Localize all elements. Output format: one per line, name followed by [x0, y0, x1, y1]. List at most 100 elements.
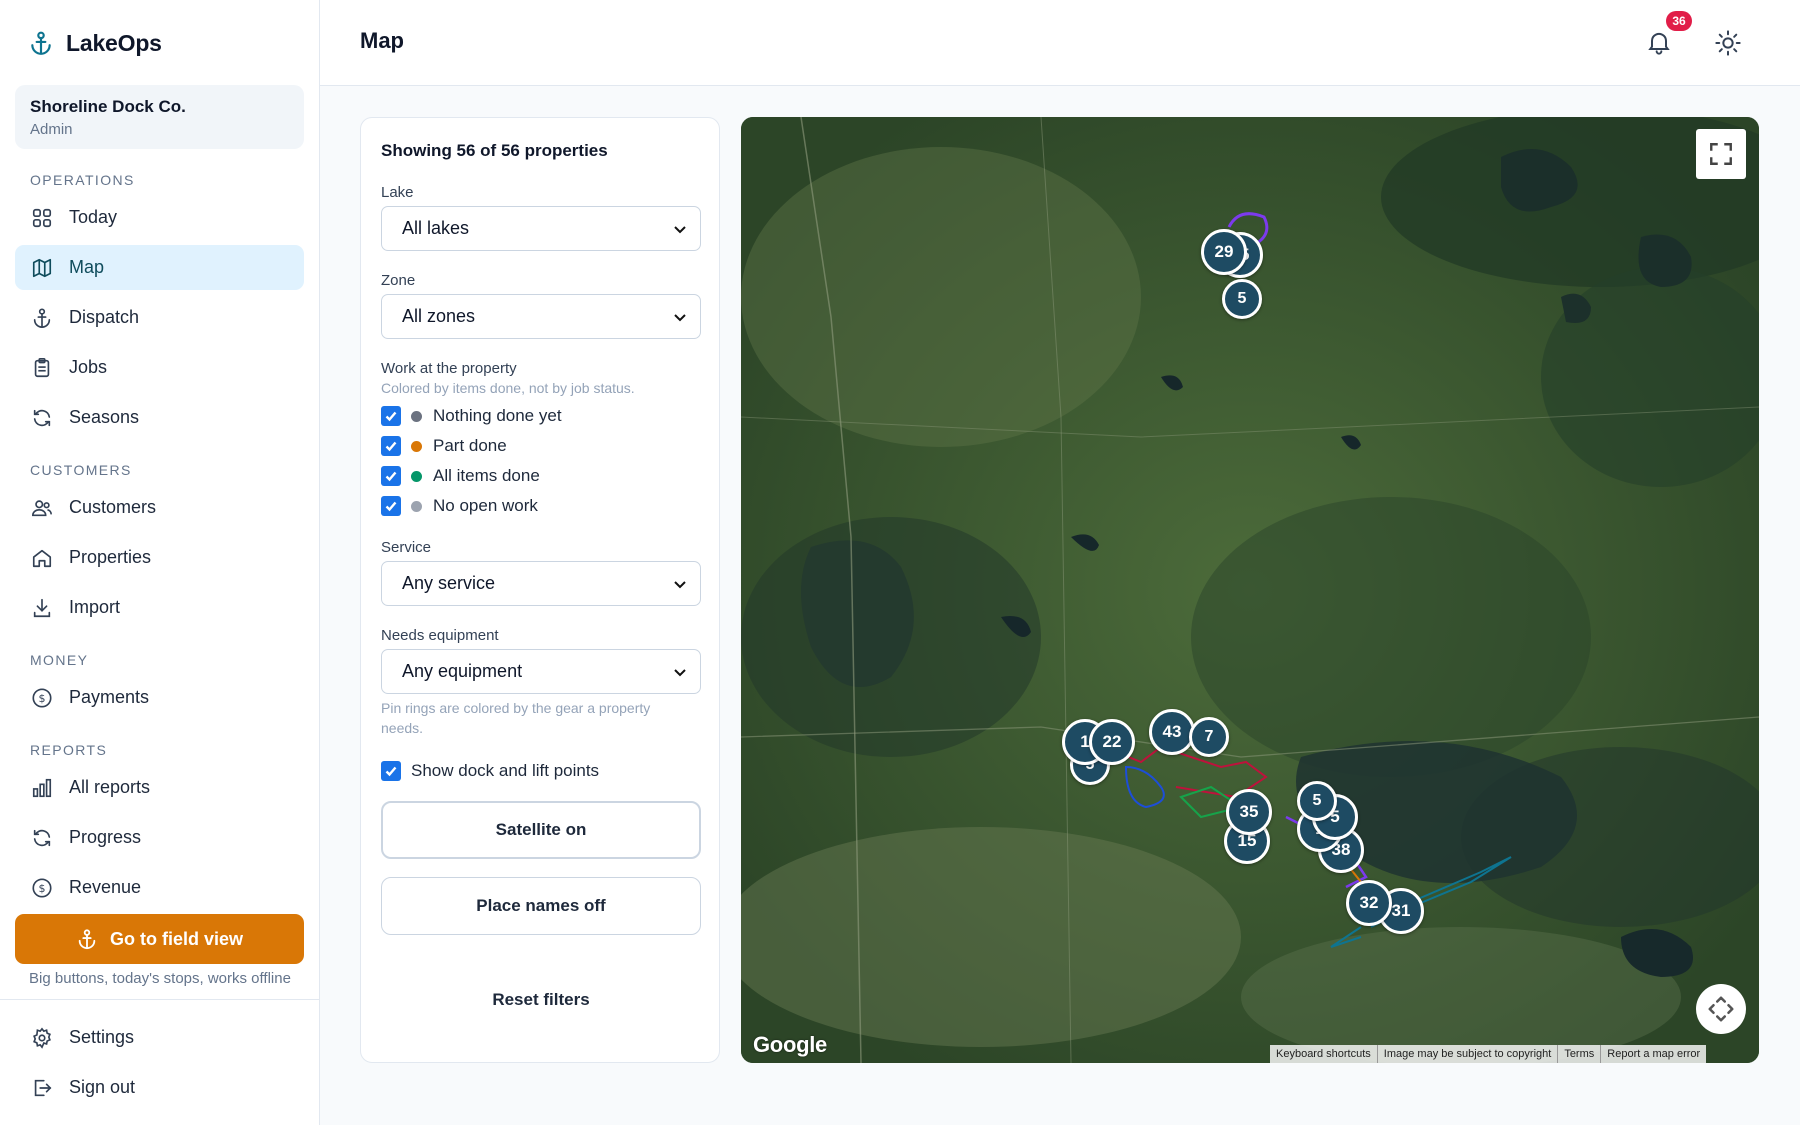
- google-logo: Google: [753, 1032, 827, 1057]
- gear-icon: [33, 1027, 51, 1049]
- lake-select[interactable]: All lakes: [381, 206, 701, 251]
- service-select-value: Any service: [402, 573, 496, 593]
- svg-text:$: $: [39, 882, 46, 895]
- map-view[interactable]: 15 29 5 5 1 22 43 7 15 35 38 1 5 5 31 32…: [741, 117, 1759, 1063]
- sidebar-item-label: Customers: [69, 497, 157, 517]
- checkbox[interactable]: [381, 496, 401, 516]
- sidebar-item-sign-out[interactable]: Sign out: [15, 1065, 304, 1110]
- equipment-hint: Pin rings are colored by the gear a prop…: [381, 700, 651, 736]
- bell-icon[interactable]: [1645, 28, 1673, 56]
- checkbox[interactable]: [381, 466, 401, 486]
- status-dot: [411, 440, 422, 452]
- sidebar-item-today[interactable]: Today: [15, 195, 304, 240]
- sidebar-item-label: Revenue: [69, 877, 142, 897]
- refresh-icon: [33, 829, 51, 846]
- cluster-marker[interactable]: 35: [1226, 789, 1272, 835]
- sidebar-item-label: Sign out: [69, 1077, 136, 1097]
- cluster-marker[interactable]: 43: [1149, 709, 1195, 755]
- work-option-label: All items done: [433, 466, 540, 485]
- download-icon: [33, 598, 51, 617]
- sun-icon[interactable]: [1714, 29, 1742, 57]
- brand-name: LakeOps: [66, 29, 162, 56]
- dollar-icon: $: [32, 687, 52, 708]
- chevron-down-icon: [674, 314, 686, 322]
- sidebar-item-dispatch[interactable]: Dispatch: [15, 295, 304, 340]
- section-label-money: MONEY: [30, 652, 89, 668]
- org-name: Shoreline Dock Co.: [30, 97, 186, 116]
- sidebar-item-properties[interactable]: Properties: [15, 535, 304, 580]
- status-dot: [411, 470, 422, 482]
- section-label-reports: REPORTS: [30, 742, 108, 758]
- checkbox[interactable]: [381, 406, 401, 426]
- check-icon: [385, 411, 397, 422]
- sidebar-item-label: Seasons: [69, 407, 140, 427]
- sign-out-icon: [34, 1079, 52, 1096]
- sidebar-item-payments[interactable]: $ Payments: [15, 675, 304, 720]
- zone-select[interactable]: All zones: [381, 294, 701, 339]
- work-option-nothing-done[interactable]: Nothing done yet: [381, 404, 562, 428]
- cluster-marker[interactable]: 29: [1201, 229, 1247, 275]
- sidebar-item-label: Dispatch: [69, 307, 140, 327]
- work-option-no-open-work[interactable]: No open work: [381, 494, 538, 518]
- org-role: Admin: [30, 121, 73, 138]
- brand[interactable]: LakeOps: [28, 28, 162, 58]
- chevron-down-icon: [674, 581, 686, 589]
- work-option-part-done[interactable]: Part done: [381, 434, 507, 458]
- clipboard-icon: [34, 357, 50, 377]
- cluster-marker[interactable]: 22: [1089, 719, 1135, 765]
- work-option-label: Part done: [433, 436, 507, 455]
- sidebar-item-label: Map: [69, 257, 105, 277]
- sidebar-item-label: Progress: [69, 827, 142, 847]
- copyright-note: Image may be subject to copyright: [1376, 1045, 1558, 1063]
- org-switcher[interactable]: Shoreline Dock Co. Admin: [15, 85, 304, 149]
- notification-badge: 36: [1666, 11, 1692, 31]
- anchor-icon: [31, 31, 51, 55]
- fullscreen-icon: [1710, 143, 1732, 165]
- sidebar-item-label: Properties: [69, 547, 152, 567]
- cluster-marker[interactable]: 32: [1346, 880, 1392, 926]
- chevron-down-icon: [674, 669, 686, 677]
- checkbox[interactable]: [381, 436, 401, 456]
- equipment-select[interactable]: Any equipment: [381, 649, 701, 694]
- cluster-marker[interactable]: 5: [1297, 781, 1337, 821]
- section-label-customers: CUSTOMERS: [30, 462, 132, 478]
- service-select[interactable]: Any service: [381, 561, 701, 606]
- keyboard-shortcuts-link[interactable]: Keyboard shortcuts: [1270, 1045, 1377, 1063]
- pan-control-button[interactable]: [1696, 984, 1746, 1034]
- work-option-label: No open work: [433, 496, 538, 515]
- sidebar-divider: [0, 999, 320, 1000]
- sidebar-item-revenue[interactable]: $ Revenue: [15, 865, 304, 910]
- sidebar-item-customers[interactable]: Customers: [15, 485, 304, 530]
- sidebar-item-jobs[interactable]: Jobs: [15, 345, 304, 390]
- sidebar-item-map[interactable]: Map: [15, 245, 304, 290]
- top-header: Map 36: [320, 0, 1800, 86]
- work-option-all-done[interactable]: All items done: [381, 464, 540, 488]
- work-label: Work at the property: [381, 360, 517, 377]
- sidebar-item-import[interactable]: Import: [15, 585, 304, 630]
- cluster-marker[interactable]: 5: [1222, 279, 1262, 319]
- anchor-icon: [33, 307, 51, 328]
- place-names-toggle-button[interactable]: Place names off: [381, 877, 701, 935]
- check-icon: [385, 471, 397, 482]
- reset-filters-button[interactable]: Reset filters: [381, 980, 701, 1020]
- sidebar-item-all-reports[interactable]: All reports: [15, 765, 304, 810]
- field-view-button[interactable]: Go to field view: [15, 914, 304, 964]
- zone-select-value: All zones: [402, 306, 476, 326]
- checkbox[interactable]: [381, 761, 401, 781]
- lake-select-value: All lakes: [402, 218, 470, 238]
- sidebar-item-label: All reports: [69, 777, 151, 797]
- field-view-note: Big buttons, today's stops, works offlin…: [29, 970, 291, 987]
- sidebar-item-progress[interactable]: Progress: [15, 815, 304, 860]
- sidebar-item-label: Settings: [69, 1027, 135, 1047]
- page-title: Map: [360, 28, 404, 53]
- service-label: Service: [381, 539, 432, 556]
- terms-link[interactable]: Terms: [1557, 1045, 1600, 1063]
- cluster-marker[interactable]: 7: [1189, 717, 1229, 757]
- fullscreen-button[interactable]: [1696, 129, 1746, 179]
- sidebar-item-seasons[interactable]: Seasons: [15, 395, 304, 440]
- satellite-toggle-button[interactable]: Satellite on: [381, 801, 701, 859]
- report-error-link[interactable]: Report a map error: [1600, 1045, 1706, 1063]
- lake-label: Lake: [381, 184, 414, 201]
- sidebar-item-settings[interactable]: Settings: [15, 1015, 304, 1060]
- dock-points-toggle[interactable]: Show dock and lift points: [381, 759, 599, 783]
